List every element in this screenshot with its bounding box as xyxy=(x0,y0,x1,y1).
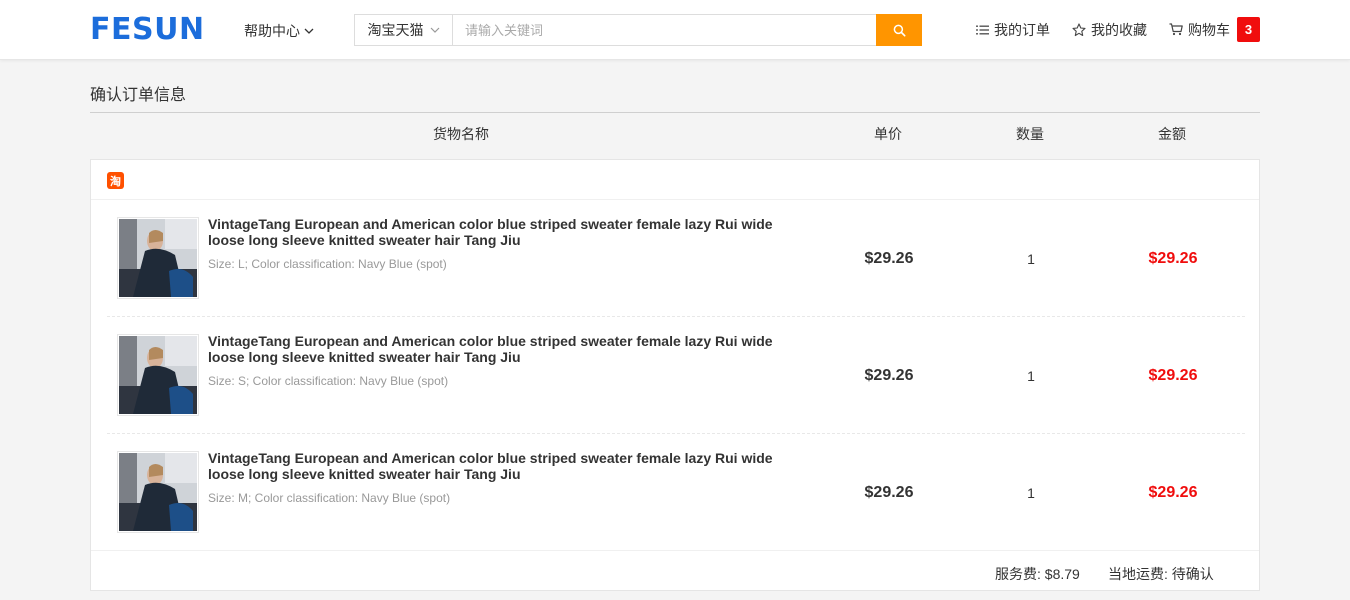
my-orders-label: 我的订单 xyxy=(994,21,1050,38)
search-bar: 淘宝天猫 xyxy=(354,14,922,46)
list-icon xyxy=(976,25,989,34)
service-fee: 服务费: $8.79 xyxy=(995,566,1080,582)
order-item-row: VintageTang European and American color … xyxy=(107,317,1245,434)
unit-price: $29.26 xyxy=(864,484,914,501)
product-spec: Size: L; Color classification: Navy Blue… xyxy=(208,257,447,271)
column-header-name: 货物名称 xyxy=(433,126,489,142)
my-favorites-label: 我的收藏 xyxy=(1091,21,1147,38)
search-scope-select[interactable]: 淘宝天猫 xyxy=(355,15,453,45)
header-links: 我的订单 我的收藏 购物车 3 xyxy=(976,17,1260,42)
column-header-unit-price: 单价 xyxy=(874,126,902,142)
order-fees: 服务费: $8.79 当地运费: 待确认 xyxy=(91,550,1259,591)
unit-price: $29.26 xyxy=(864,367,914,384)
column-headers: 货物名称 单价 数量 金额 xyxy=(90,113,1260,151)
order-panel: 淘 VintageTang European and American colo… xyxy=(90,159,1260,591)
quantity: 1 xyxy=(1027,368,1035,384)
cart-link[interactable]: 购物车 3 xyxy=(1169,17,1260,42)
chevron-down-icon xyxy=(304,28,314,34)
site-logo[interactable]: FESUN xyxy=(90,12,205,47)
shop-bar: 淘 xyxy=(91,160,1259,200)
search-icon xyxy=(893,24,906,37)
my-favorites-link[interactable]: 我的收藏 xyxy=(1072,20,1147,40)
quantity: 1 xyxy=(1027,251,1035,267)
order-item-row: VintageTang European and American color … xyxy=(107,434,1245,551)
cart-count-badge: 3 xyxy=(1237,17,1260,42)
column-header-amount: 金额 xyxy=(1158,126,1186,142)
order-item-row: VintageTang European and American color … xyxy=(107,200,1245,317)
product-title[interactable]: VintageTang European and American color … xyxy=(208,216,798,248)
product-photo-image xyxy=(119,453,197,531)
product-thumbnail[interactable] xyxy=(117,451,199,533)
search-button[interactable] xyxy=(876,14,922,46)
unit-price: $29.26 xyxy=(864,250,914,267)
product-thumbnail[interactable] xyxy=(117,217,199,299)
product-spec: Size: M; Color classification: Navy Blue… xyxy=(208,491,451,505)
product-title[interactable]: VintageTang European and American color … xyxy=(208,333,798,365)
line-total: $29.26 xyxy=(1148,484,1198,501)
product-thumbnail[interactable] xyxy=(117,334,199,416)
product-spec: Size: S; Color classification: Navy Blue… xyxy=(208,374,449,388)
taobao-shop-icon: 淘 xyxy=(107,172,124,189)
quantity: 1 xyxy=(1027,485,1035,501)
cart-label: 购物车 xyxy=(1188,21,1230,38)
line-total: $29.26 xyxy=(1148,367,1198,384)
product-photo-image xyxy=(119,219,197,297)
help-center-label: 帮助中心 xyxy=(244,23,300,39)
top-header: FESUN 帮助中心 淘宝天猫 我的订单 我的收藏 购物车 3 xyxy=(0,0,1350,60)
chevron-down-icon xyxy=(430,27,439,33)
shipping-fee: 当地运费: 待确认 xyxy=(1108,566,1214,582)
product-photo-image xyxy=(119,336,197,414)
cart-icon xyxy=(1169,23,1183,36)
page-title: 确认订单信息 xyxy=(90,87,187,104)
my-orders-link[interactable]: 我的订单 xyxy=(976,20,1050,40)
column-header-quantity: 数量 xyxy=(1016,126,1044,142)
search-scope-label: 淘宝天猫 xyxy=(367,22,424,38)
help-center-menu[interactable]: 帮助中心 xyxy=(244,21,314,41)
line-total: $29.26 xyxy=(1148,250,1198,267)
search-input[interactable] xyxy=(453,15,921,45)
star-icon xyxy=(1072,22,1086,36)
product-title[interactable]: VintageTang European and American color … xyxy=(208,450,798,482)
